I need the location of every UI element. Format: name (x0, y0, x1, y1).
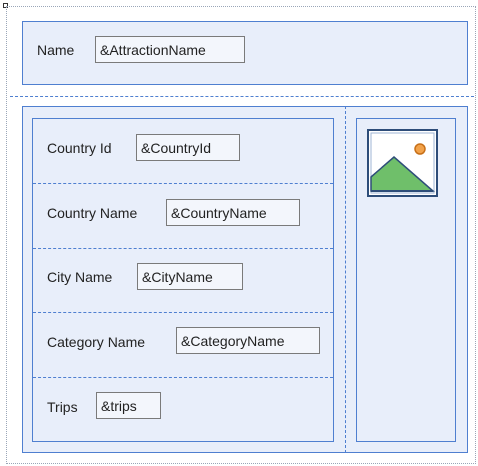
attraction-name-field[interactable]: &AttractionName (95, 36, 245, 63)
country-name-field[interactable]: &CountryName (166, 199, 300, 226)
country-id-field[interactable]: &CountryId (136, 134, 240, 161)
city-name-field[interactable]: &CityName (137, 263, 243, 290)
row-separator (33, 248, 333, 249)
section-divider (10, 96, 474, 97)
category-name-label: Category Name (47, 334, 146, 350)
country-name-label: Country Name (47, 205, 138, 221)
row-separator (33, 312, 333, 313)
header-panel (22, 21, 468, 85)
name-label: Name (37, 42, 75, 58)
category-name-field[interactable]: &CategoryName (176, 327, 320, 354)
trips-field[interactable]: &trips (96, 392, 161, 419)
country-id-label: Country Id (47, 140, 112, 156)
column-divider (345, 106, 346, 453)
city-name-label: City Name (47, 269, 113, 285)
row-separator (33, 183, 333, 184)
trips-label: Trips (47, 399, 78, 415)
image-placeholder-icon[interactable] (367, 129, 438, 197)
row-separator (33, 377, 333, 378)
